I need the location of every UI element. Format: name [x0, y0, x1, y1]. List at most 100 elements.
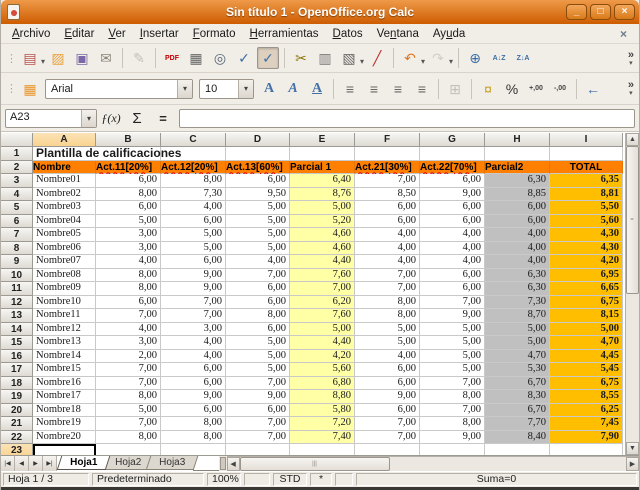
column-label-cell[interactable]: Act.21[30%] — [355, 161, 420, 175]
grade-cell[interactable]: 4,00 — [96, 323, 161, 337]
grade-cell[interactable]: 4,00 — [485, 255, 550, 269]
sheet-tab-hoja3[interactable]: Hoja3 — [146, 456, 199, 470]
grade-cell[interactable]: 9,00 — [420, 188, 485, 202]
student-name-cell[interactable]: Nombre14 — [33, 350, 96, 364]
student-name-cell[interactable]: Nombre16 — [33, 377, 96, 391]
grade-cell[interactable]: 6,00 — [420, 201, 485, 215]
grade-cell[interactable]: 6,30 — [485, 282, 550, 296]
grade-cell[interactable]: 4,00 — [161, 201, 226, 215]
grade-cell[interactable]: 6,00 — [226, 404, 290, 418]
format-paintbrush-button[interactable]: ╱ — [366, 47, 388, 69]
grade-cell[interactable]: 7,00 — [96, 309, 161, 323]
grade-cell[interactable]: 6,00 — [420, 174, 485, 188]
grade-cell[interactable]: 5,50 — [550, 201, 623, 215]
grade-cell[interactable]: 6,80 — [290, 377, 355, 391]
grade-cell[interactable]: 4,00 — [226, 255, 290, 269]
grade-cell[interactable]: 7,00 — [420, 404, 485, 418]
grade-cell[interactable]: 5,00 — [485, 323, 550, 337]
grade-cell[interactable]: 6,00 — [161, 215, 226, 229]
empty-cell[interactable] — [550, 147, 623, 161]
grade-cell[interactable]: 7,00 — [420, 296, 485, 310]
italic-button[interactable]: A — [282, 78, 304, 100]
next-sheet-button[interactable]: ▶ — [29, 456, 43, 471]
row-header-6[interactable]: 6 — [1, 215, 33, 229]
grade-cell[interactable]: 4,20 — [550, 255, 623, 269]
grade-cell[interactable]: 5,00 — [355, 323, 420, 337]
grade-cell[interactable]: 4,00 — [355, 228, 420, 242]
grade-cell[interactable]: 6,70 — [485, 377, 550, 391]
grade-cell[interactable]: 8,00 — [96, 282, 161, 296]
grade-cell[interactable]: 8,50 — [355, 188, 420, 202]
grade-cell[interactable]: 7,40 — [290, 431, 355, 445]
horizontal-scroll-track[interactable] — [390, 457, 626, 471]
grade-cell[interactable]: 5,20 — [290, 215, 355, 229]
paste-dropdown-caret[interactable]: ▾ — [360, 51, 364, 66]
grade-cell[interactable]: 5,60 — [290, 363, 355, 377]
grade-cell[interactable]: 3,00 — [96, 242, 161, 256]
close-button[interactable]: × — [614, 4, 635, 20]
row-header-11[interactable]: 11 — [1, 282, 33, 296]
grade-cell[interactable]: 4,45 — [550, 350, 623, 364]
column-header-G[interactable]: G — [420, 133, 485, 147]
grade-cell[interactable]: 7,00 — [96, 417, 161, 431]
row-header-21[interactable]: 21 — [1, 417, 33, 431]
column-label-cell[interactable]: Act.22[70%] — [420, 161, 485, 175]
row-header-17[interactable]: 17 — [1, 363, 33, 377]
grade-cell[interactable]: 8,70 — [485, 309, 550, 323]
row-header-7[interactable]: 7 — [1, 228, 33, 242]
horizontal-scroll-thumb[interactable]: ||| — [240, 457, 390, 471]
sheet-tab-hoja1[interactable]: Hoja1 — [57, 456, 111, 470]
grade-cell[interactable]: 5,00 — [420, 336, 485, 350]
menu-ventana[interactable]: Ventana — [370, 26, 426, 42]
grade-cell[interactable]: 6,00 — [161, 377, 226, 391]
student-name-cell[interactable]: Nombre12 — [33, 323, 96, 337]
empty-cell[interactable] — [420, 147, 485, 161]
grade-cell[interactable]: 4,30 — [550, 242, 623, 256]
print-button[interactable]: ▦ — [185, 47, 207, 69]
grade-cell[interactable]: 5,00 — [485, 336, 550, 350]
status-page-style[interactable]: Predeterminado — [92, 473, 204, 486]
grade-cell[interactable]: 8,00 — [96, 188, 161, 202]
grade-cell[interactable]: 5,00 — [96, 404, 161, 418]
undo-dropdown-caret[interactable]: ▾ — [421, 51, 425, 66]
previous-sheet-button[interactable]: ◀ — [15, 456, 29, 471]
toolbar-drag-handle[interactable]: ⋮ — [3, 52, 18, 65]
grade-cell[interactable]: 6,95 — [550, 269, 623, 283]
grade-cell[interactable]: 4,70 — [550, 336, 623, 350]
grade-cell[interactable]: 7,00 — [355, 431, 420, 445]
grade-cell[interactable]: 6,00 — [355, 215, 420, 229]
row-header-9[interactable]: 9 — [1, 255, 33, 269]
grade-cell[interactable]: 6,00 — [226, 323, 290, 337]
grade-cell[interactable]: 5,30 — [485, 363, 550, 377]
grade-cell[interactable]: 5,00 — [161, 228, 226, 242]
grade-cell[interactable]: 3,00 — [96, 336, 161, 350]
empty-cell[interactable] — [420, 444, 485, 455]
row-header-1[interactable]: 1 — [1, 147, 33, 161]
grade-cell[interactable]: 7,00 — [226, 431, 290, 445]
grade-cell[interactable]: 4,70 — [485, 350, 550, 364]
row-header-20[interactable]: 20 — [1, 404, 33, 418]
grade-cell[interactable]: 6,30 — [485, 174, 550, 188]
redo-dropdown-caret[interactable]: ▾ — [449, 51, 453, 66]
column-label-cell[interactable]: Act.11[20%] — [96, 161, 161, 175]
grade-cell[interactable]: 8,15 — [550, 309, 623, 323]
cut-button[interactable]: ✂ — [290, 47, 312, 69]
grade-cell[interactable]: 5,60 — [550, 215, 623, 229]
open-button[interactable]: ▨ — [47, 47, 69, 69]
grade-cell[interactable]: 8,00 — [355, 309, 420, 323]
empty-cell[interactable] — [355, 147, 420, 161]
sum-button[interactable]: Σ — [125, 110, 149, 127]
tab-splitter-handle[interactable] — [220, 457, 226, 470]
grade-cell[interactable]: 6,00 — [161, 404, 226, 418]
scroll-up-button[interactable]: ▲ — [626, 133, 639, 146]
grade-cell[interactable]: 7,60 — [290, 269, 355, 283]
grade-cell[interactable]: 7,00 — [96, 377, 161, 391]
column-header-I[interactable]: I — [550, 133, 623, 147]
grade-cell[interactable]: 7,00 — [161, 296, 226, 310]
sort-descending-button[interactable]: Z↓A — [512, 47, 534, 69]
student-name-cell[interactable]: Nombre15 — [33, 363, 96, 377]
styles-button[interactable]: ▦ — [19, 78, 41, 100]
grade-cell[interactable]: 4,00 — [485, 242, 550, 256]
function-button[interactable]: = — [151, 111, 175, 126]
grade-cell[interactable]: 9,00 — [355, 390, 420, 404]
